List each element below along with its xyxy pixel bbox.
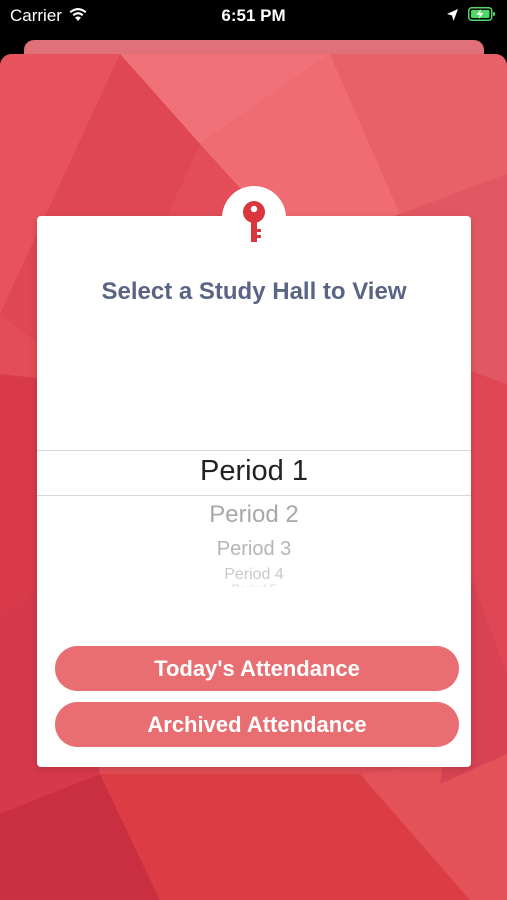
archived-attendance-button[interactable]: Archived Attendance xyxy=(55,702,459,747)
picker-selection-bottom-line xyxy=(37,495,471,496)
period-picker[interactable]: Period 1 Period 2 Period 3 Period 4 Peri… xyxy=(37,450,471,595)
picker-selection-top-line xyxy=(37,450,471,451)
study-hall-panel: Select a Study Hall to View Period 1 Per… xyxy=(37,216,471,767)
picker-item-period-4[interactable]: Period 4 xyxy=(37,566,471,583)
location-arrow-icon xyxy=(446,7,459,27)
status-bar: Carrier 6:51 PM xyxy=(0,0,507,34)
battery-charging-icon xyxy=(468,6,496,27)
picker-item-period-2[interactable]: Period 2 xyxy=(37,501,471,529)
picker-item-period-3[interactable]: Period 3 xyxy=(37,538,471,561)
picker-item-period-5[interactable]: Period 5 xyxy=(37,582,471,587)
todays-attendance-button[interactable]: Today's Attendance xyxy=(55,646,459,691)
status-time: 6:51 PM xyxy=(221,6,286,25)
page-title: Select a Study Hall to View xyxy=(101,278,407,305)
picker-item-period-1[interactable]: Period 1 xyxy=(37,455,471,488)
key-badge xyxy=(222,186,286,250)
